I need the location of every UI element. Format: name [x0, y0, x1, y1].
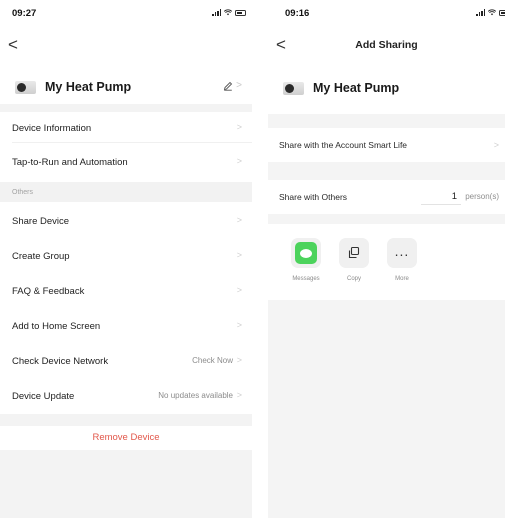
share-account-label: Share with the Account Smart Life: [279, 140, 408, 150]
row-label: Share Device: [12, 215, 70, 227]
pencil-icon: [224, 81, 233, 91]
row-label: FAQ & Feedback: [12, 285, 85, 297]
share-target-label: Copy: [346, 276, 361, 282]
row-device-update[interactable]: Device Update No updates available >: [0, 382, 252, 410]
back-button[interactable]: <: [8, 36, 18, 53]
device-header: My Heat Pump >: [0, 72, 252, 102]
share-with-others-row: Share with Others 1 person(s): [268, 180, 505, 214]
divider: [0, 414, 252, 426]
copy-icon: [339, 238, 369, 268]
row-device-information[interactable]: Device Information >: [0, 114, 252, 142]
row-create-group[interactable]: Create Group >: [0, 242, 252, 270]
battery-icon: [499, 9, 505, 16]
bottom-area: [0, 450, 252, 518]
divider: [0, 104, 252, 112]
chevron-right-icon: >: [493, 140, 499, 150]
divider: [12, 142, 252, 143]
chevron-right-icon: >: [236, 215, 242, 225]
heat-pump-device-icon: [283, 81, 304, 95]
chevron-right-icon: >: [236, 250, 242, 260]
device-name: My Heat Pump: [313, 81, 400, 95]
status-bar: 09:16: [268, 0, 505, 64]
battery-icon: [235, 9, 246, 16]
chevron-right-icon: >: [236, 390, 242, 400]
signal-icon: [212, 9, 221, 16]
device-header: My Heat Pump: [268, 62, 505, 114]
row-label: Device Update: [12, 390, 75, 402]
share-more-button[interactable]: ... More: [380, 238, 424, 282]
chevron-right-icon: >: [236, 285, 242, 295]
signal-icon: [476, 9, 485, 16]
share-target-label: Messages: [292, 276, 320, 282]
page-title: Add Sharing: [355, 39, 418, 51]
share-targets: Messages Copy ... More: [268, 224, 505, 300]
status-time: 09:16: [285, 8, 310, 19]
share-with-account-row[interactable]: Share with the Account Smart Life >: [268, 128, 505, 162]
chevron-right-icon: >: [236, 80, 242, 91]
edit-device-button[interactable]: >: [223, 80, 242, 91]
chevron-right-icon: >: [236, 122, 242, 132]
section-header-others: Others: [0, 182, 252, 202]
add-sharing-screen: 09:16 < Add Sharing My Heat Pump Share w…: [268, 0, 505, 518]
messages-icon-wrap: [291, 238, 321, 268]
row-label: Check Device Network: [12, 355, 109, 367]
remove-device-button[interactable]: Remove Device: [0, 426, 252, 450]
messages-icon: [295, 242, 317, 264]
device-name: My Heat Pump: [45, 80, 132, 94]
share-others-label: Share with Others: [279, 192, 348, 202]
status-bar: 09:27: [0, 0, 252, 28]
status-icons: [476, 9, 505, 16]
row-value: No updates available: [158, 391, 233, 400]
heat-pump-device-icon: [15, 80, 36, 94]
row-label: Tap-to-Run and Automation: [12, 156, 128, 168]
row-label: Create Group: [12, 250, 70, 262]
share-copy-button[interactable]: Copy: [332, 238, 376, 282]
chevron-right-icon: >: [236, 320, 242, 330]
row-share-device[interactable]: Share Device >: [0, 207, 252, 235]
person-count-unit: person(s): [465, 192, 499, 201]
row-check-device-network[interactable]: Check Device Network Check Now >: [0, 347, 252, 375]
chevron-right-icon: >: [236, 355, 242, 365]
more-icon: ...: [387, 238, 417, 268]
share-messages-button[interactable]: Messages: [284, 238, 328, 282]
status-time: 09:27: [12, 8, 37, 19]
row-value: Check Now: [192, 356, 233, 365]
row-faq-feedback[interactable]: FAQ & Feedback >: [0, 277, 252, 305]
share-target-label: More: [395, 276, 409, 282]
row-add-to-home-screen[interactable]: Add to Home Screen >: [0, 312, 252, 340]
row-tap-to-run[interactable]: Tap-to-Run and Automation >: [0, 148, 252, 176]
chevron-right-icon: >: [236, 156, 242, 166]
device-settings-screen: 09:27 < My Heat Pump > Device Informatio…: [0, 0, 252, 518]
wifi-icon: [224, 9, 232, 16]
wifi-icon: [488, 9, 496, 16]
row-label: Add to Home Screen: [12, 320, 101, 332]
row-label: Device Information: [12, 122, 92, 134]
person-count-input[interactable]: 1: [421, 189, 461, 205]
status-icons: [212, 9, 246, 16]
